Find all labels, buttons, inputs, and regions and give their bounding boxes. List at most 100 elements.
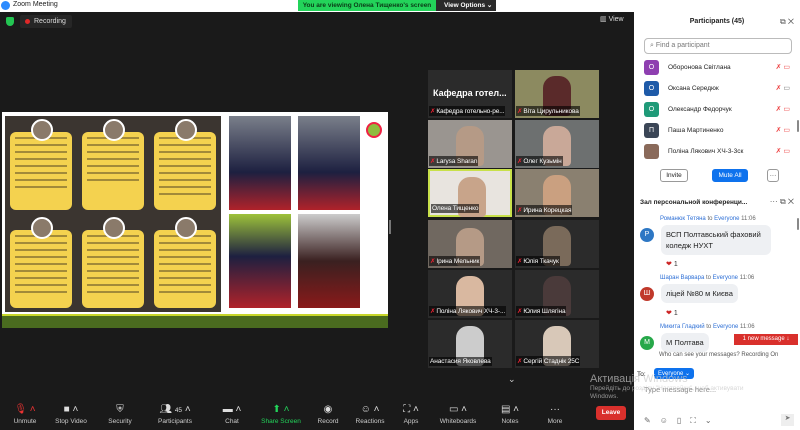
stop-video-button[interactable]: ■ ˄ Stop Video — [46, 396, 96, 425]
apps-button[interactable]: ⛶ ˄ Apps — [386, 396, 436, 425]
apps-icon: ⛶ ˄ — [403, 404, 419, 415]
video-tile[interactable]: ✗Ирина Корецкая — [515, 169, 599, 217]
leave-button[interactable]: Leave — [596, 406, 626, 420]
unmute-button[interactable]: 🎙︎ ˄ Unmute — [0, 396, 50, 425]
video-tile[interactable]: Анастасия Яковлева — [428, 320, 512, 368]
participants-icon: 👥︎ 45 ˄ — [159, 404, 191, 415]
tile-name: ✗Юлия Шлягіна — [516, 306, 567, 316]
muted-mic-icon: ✗ — [430, 158, 436, 165]
close-icon[interactable]: ✕ — [788, 17, 794, 26]
share-screen-icon: ⬆ ˄ — [272, 404, 290, 415]
notes-button[interactable]: ▤ ˄ Notes — [485, 396, 535, 425]
invite-button[interactable]: Invite — [660, 169, 688, 182]
emoji-icon[interactable]: ☺ — [660, 416, 677, 425]
video-tile[interactable]: ✗Поліна Лякович ХЧ-3-... — [428, 270, 512, 318]
tile-name: ✗Олег Кузьмін — [516, 156, 563, 166]
new-message-button[interactable]: 1 new message ↓ — [734, 334, 798, 345]
view-label: View — [608, 16, 624, 23]
view-options-button[interactable]: View Options ⌄ — [436, 0, 496, 11]
chat-title: Зал персональной конференци... — [640, 199, 748, 206]
participant-row[interactable]: О Олександр Федорчук ✗ ▭ — [644, 100, 794, 120]
notes-icon: ▤ ˄ — [500, 404, 520, 415]
message-bubble: ВСП Полтавський фаховий коледж НУХТ — [661, 225, 771, 255]
muted-mic-icon: ✗ — [430, 308, 436, 315]
more-options-button[interactable]: ··· — [767, 169, 779, 182]
participant-search-input[interactable]: ⌕ Find a participant — [644, 38, 792, 54]
security-button[interactable]: ⛨ Security — [95, 396, 145, 425]
avatar: О — [644, 60, 659, 75]
participant-row[interactable]: Поліна Лякович ХЧ-3-3ск ✗ ▭ — [644, 142, 794, 162]
video-tile[interactable]: Кафедра готел... ✗Кафедра готельно-ре... — [428, 70, 512, 118]
participants-button[interactable]: 👥︎ 45 ˄ Participants — [150, 396, 200, 425]
window-title: Zoom Meeting — [13, 1, 58, 8]
graduation-photo — [229, 214, 291, 308]
popout-icon[interactable]: ⧉ — [780, 197, 786, 206]
chat-scrollbar[interactable] — [797, 218, 799, 230]
chevron-down-icon[interactable]: ⌄ — [508, 374, 516, 385]
tile-name: ✗Larysa Sharan — [429, 156, 479, 166]
heart-reaction[interactable]: ❤ 1 — [666, 260, 678, 268]
avatar: Ш — [640, 287, 654, 301]
muted-mic-icon: ✗ ▭ — [775, 85, 790, 92]
whiteboard-icon: ▭ ˄ — [448, 404, 468, 415]
view-button[interactable]: ▥ View — [600, 15, 624, 23]
file-icon[interactable]: ▯ — [677, 416, 690, 425]
heart-reaction[interactable]: ❤ 1 — [666, 309, 678, 317]
whiteboards-button[interactable]: ▭ ˄ Whiteboards — [433, 396, 483, 425]
video-tile[interactable]: ✗Larysa Sharan — [428, 120, 512, 168]
participant-row[interactable]: П Паша Мартиненко ✗ ▭ — [644, 121, 794, 141]
muted-mic-icon: ✗ — [517, 358, 523, 365]
video-tile[interactable]: ✗Сергій Стаднік 25С — [515, 320, 599, 368]
tile-name: ✗Юлія Ткачук — [516, 256, 560, 266]
more-button[interactable]: ··· More — [530, 396, 580, 425]
participant-row[interactable]: О Оксана Середюк ✗ ▭ — [644, 79, 794, 99]
muted-mic-icon: ✗ — [517, 258, 523, 265]
slide-profile-card — [77, 214, 149, 312]
more-icon[interactable]: ··· — [770, 197, 778, 206]
video-tile[interactable]: ✗Юлия Шлягіна — [515, 270, 599, 318]
avatar: Р — [640, 228, 654, 242]
close-icon[interactable]: ✕ — [788, 197, 794, 206]
share-screen-button[interactable]: ⬆ ˄ Share Screen — [256, 396, 306, 425]
who-can-see-link[interactable]: Who can see your messages? Recording On — [659, 352, 778, 358]
participants-scrollbar[interactable] — [797, 120, 799, 132]
send-icon[interactable]: ➤ — [781, 414, 794, 426]
meeting-toolbar: 🎙︎ ˄ Unmute ■ ˄ Stop Video ⛨ Security 👥︎ 45… — [0, 396, 631, 430]
muted-mic-video-off-icon: ✗ ▭ — [775, 106, 790, 113]
more-dots-icon: ··· — [550, 404, 560, 415]
participant-row[interactable]: О Оборонова Світлана ✗ ▭ — [644, 58, 794, 78]
viewing-banner: You are viewing Олена Тищенко's screen — [298, 0, 436, 11]
screenshot-icon[interactable]: ⛶ — [690, 416, 705, 425]
video-camera-icon: ■ ˄ — [63, 404, 79, 415]
format-icon[interactable]: ✎ — [644, 416, 660, 425]
mute-all-button[interactable]: Mute All — [712, 169, 748, 182]
tile-name: Олена Тищенко — [431, 204, 480, 213]
video-tile-active-speaker[interactable]: Олена Тищенко — [428, 169, 512, 217]
shared-screen-slide — [2, 112, 388, 328]
tile-name: ✗Поліна Лякович ХЧ-3-... — [429, 306, 507, 316]
avatar: О — [644, 102, 659, 117]
tile-big-name: Кафедра готел... — [433, 88, 507, 98]
video-tile[interactable]: ✗Олег Кузьмін — [515, 120, 599, 168]
popout-icon[interactable]: ⧉ — [780, 17, 786, 26]
tile-name: Анастасия Яковлева — [429, 357, 492, 366]
side-panel: Participants (45) ⧉ ✕ ⌕ Find a participa… — [634, 12, 800, 430]
shield-icon: ⛨ — [116, 404, 124, 415]
slide-profile-card — [5, 214, 77, 312]
security-shield-icon[interactable] — [6, 17, 14, 26]
chat-button[interactable]: ▬ ˄ Chat — [207, 396, 257, 425]
recording-indicator[interactable]: Recording — [20, 15, 72, 28]
video-tile[interactable]: ✗Юлія Ткачук — [515, 220, 599, 268]
avatar: П — [644, 123, 659, 138]
slide-profile-card — [5, 116, 77, 214]
muted-mic-video-off-icon: ✗ ▭ — [775, 127, 790, 134]
resize-handle[interactable] — [389, 220, 391, 234]
avatar: О — [644, 81, 659, 96]
tile-name: ✗Ирина Корецкая — [516, 205, 573, 215]
video-tile[interactable]: ✗Ірина Мельник — [428, 220, 512, 268]
college-logo — [366, 122, 382, 138]
chevron-down-icon[interactable]: ⌄ — [705, 416, 721, 425]
meeting-area: Recording ▥ View Кафедра готел... ✗Кафедр… — [0, 12, 631, 396]
muted-mic-icon: ✗ — [517, 108, 523, 115]
video-tile[interactable]: ✗Віта Цирульникова — [515, 70, 599, 118]
